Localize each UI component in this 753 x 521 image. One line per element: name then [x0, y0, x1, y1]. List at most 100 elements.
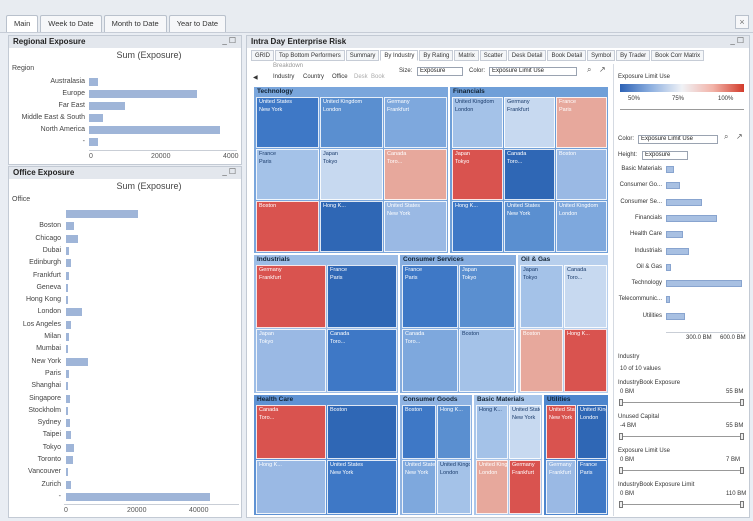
treemap-cell[interactable]: Germany Frankfurt	[384, 97, 447, 148]
treemap-cell[interactable]: Hong K...	[437, 405, 471, 459]
treemap-cell[interactable]: Boston	[556, 149, 607, 200]
slider-handle[interactable]	[619, 399, 623, 406]
industry-bar[interactable]	[666, 231, 684, 239]
industry-bar[interactable]	[666, 247, 690, 255]
slider-handle[interactable]	[619, 501, 623, 508]
treemap-cell[interactable]: France Paris	[556, 97, 607, 148]
treemap-cell[interactable]: Hong K...	[256, 460, 326, 514]
tab-by-rating[interactable]: By Rating	[419, 50, 454, 61]
treemap-cell[interactable]: United States New York	[509, 405, 541, 459]
treemap-cell[interactable]: Canada Toro...	[564, 265, 607, 328]
treemap-cell[interactable]: Germany Frankfurt	[546, 460, 576, 514]
zoom-icon[interactable]: ⌕	[587, 65, 591, 75]
treemap-section[interactable]: Technology United States New York United Ki…	[253, 86, 449, 254]
breakdown-country[interactable]: Country	[303, 74, 324, 80]
treemap-cell[interactable]: Hong K...	[476, 405, 508, 459]
window-controls-icon[interactable]: _☐	[730, 36, 746, 45]
height-select[interactable]: Exposure	[642, 151, 688, 160]
treemap-cell[interactable]: Boston	[459, 329, 515, 392]
treemap-cell[interactable]: Boston	[402, 405, 436, 459]
treemap-cell[interactable]: Germany Frankfurt	[256, 265, 326, 328]
tab-by-trader[interactable]: By Trader	[616, 50, 651, 61]
treemap-cell[interactable]: Boston	[520, 329, 563, 392]
tab-year-to-date[interactable]: Year to Date	[168, 15, 227, 32]
treemap-section[interactable]: Oil & Gas Japan Tokyo Canada Toro... Boston Ho…	[517, 254, 609, 394]
treemap-cell[interactable]: France Paris	[256, 149, 319, 200]
slider-handle[interactable]	[740, 467, 744, 474]
treemap-cell[interactable]: Canada Toro...	[384, 149, 447, 200]
treemap-cell[interactable]: Canada Toro...	[256, 405, 326, 459]
slider-handle[interactable]	[619, 433, 623, 440]
breakdown-office[interactable]: Office	[332, 74, 348, 80]
treemap-cell[interactable]: Canada Toro...	[402, 329, 458, 392]
tab-symbol[interactable]: Symbol	[587, 50, 616, 61]
slider-handle[interactable]	[740, 399, 744, 406]
slider-handle[interactable]	[740, 433, 744, 440]
treemap-cell[interactable]: Hong K...	[564, 329, 607, 392]
treemap-cell[interactable]: Japan Tokyo	[452, 149, 503, 200]
zoom-icon[interactable]: ⌕	[724, 132, 728, 142]
tab-summary[interactable]: Summary	[345, 50, 380, 61]
treemap-cell[interactable]: Japan Tokyo	[520, 265, 563, 328]
export-icon[interactable]: ↗	[599, 65, 606, 74]
industry-bar[interactable]	[666, 263, 671, 271]
tab-top-bottom[interactable]: Top Bottom Performers	[275, 50, 345, 61]
treemap-cell[interactable]: United Kingdom London	[556, 201, 607, 252]
treemap-cell[interactable]: France Paris	[402, 265, 458, 328]
industry-bar[interactable]	[666, 198, 702, 206]
tab-scatter[interactable]: Scatter	[479, 50, 507, 61]
range-slider[interactable]	[620, 436, 744, 437]
range-slider[interactable]	[620, 470, 744, 471]
treemap-cell[interactable]: United States New York	[504, 201, 555, 252]
treemap-cell[interactable]: France Paris	[577, 460, 607, 514]
range-slider[interactable]	[620, 504, 744, 505]
color-select[interactable]: Exposure Limit Use	[638, 135, 718, 144]
tab-desk-detail[interactable]: Desk Detail	[507, 50, 547, 61]
tab-book-detail[interactable]: Book Detail	[547, 50, 587, 61]
treemap-cell[interactable]: Japan Tokyo	[459, 265, 515, 328]
treemap-cell[interactable]: United States New York	[402, 460, 436, 514]
tab-book-corr-matrix[interactable]: Book Corr Matrix	[651, 50, 705, 61]
treemap-cell[interactable]: United States New York	[327, 460, 397, 514]
industry-bar[interactable]	[666, 182, 681, 190]
treemap-cell[interactable]: Hong K...	[320, 201, 383, 252]
size-select[interactable]: Exposure	[417, 67, 463, 76]
breakdown-arrow-icon[interactable]: ◀	[253, 74, 258, 81]
breakdown-book[interactable]: Book	[371, 74, 385, 80]
treemap-section[interactable]: Health Care Canada Toro... Boston Hong K... U…	[253, 394, 399, 516]
industry-bar[interactable]	[666, 312, 685, 320]
treemap-cell[interactable]: Germany Frankfurt	[509, 460, 541, 514]
tab-by-industry[interactable]: By Industry	[380, 50, 419, 61]
treemap-cell[interactable]: United States New York	[384, 201, 447, 252]
treemap-cell[interactable]: United Kingdom London	[437, 460, 471, 514]
treemap-cell[interactable]: France Paris	[327, 265, 397, 328]
breakdown-industry[interactable]: Industry	[273, 74, 294, 80]
slider-handle[interactable]	[740, 501, 744, 508]
range-slider[interactable]	[620, 402, 744, 403]
industry-bar[interactable]	[666, 296, 670, 304]
tab-grid[interactable]: GRID	[251, 50, 274, 61]
color-select[interactable]: Exposure Limit Use	[489, 67, 577, 76]
industry-bar[interactable]	[666, 280, 743, 288]
treemap-cell[interactable]: Japan Tokyo	[320, 149, 383, 200]
treemap-cell[interactable]: United Kingdom London	[476, 460, 508, 514]
treemap-cell[interactable]: Canada Toro...	[504, 149, 555, 200]
industry-bar[interactable]	[666, 214, 718, 222]
window-controls-icon[interactable]: _☐	[222, 36, 238, 45]
treemap-cell[interactable]: United Kingdom London	[320, 97, 383, 148]
treemap-cell[interactable]: Germany Frankfurt	[504, 97, 555, 148]
treemap-section[interactable]: Financials United Kingdom London Germany Fra…	[449, 86, 609, 254]
tab-matrix[interactable]: Matrix	[454, 50, 479, 61]
treemap-cell[interactable]: United States New York	[256, 97, 319, 148]
breakdown-desk[interactable]: Desk	[354, 74, 368, 80]
treemap-section[interactable]: Basic Materials Hong K... United States New…	[473, 394, 543, 516]
close-icon[interactable]: ×	[735, 15, 749, 29]
window-controls-icon[interactable]: _☐	[222, 167, 238, 176]
tab-main[interactable]: Main	[6, 15, 39, 32]
treemap-section[interactable]: Industrials Germany Frankfurt France Paris Ja…	[253, 254, 399, 394]
treemap-section[interactable]: Consumer Services France Paris Japan Tokyo Ca…	[399, 254, 517, 394]
treemap-cell[interactable]: United States New York	[546, 405, 576, 459]
filter-industry-value[interactable]: 10 of 10 values	[620, 366, 661, 372]
tab-month-to-date[interactable]: Month to Date	[103, 15, 167, 32]
treemap-section[interactable]: Consumer Goods Boston Hong K... United Stat…	[399, 394, 473, 516]
